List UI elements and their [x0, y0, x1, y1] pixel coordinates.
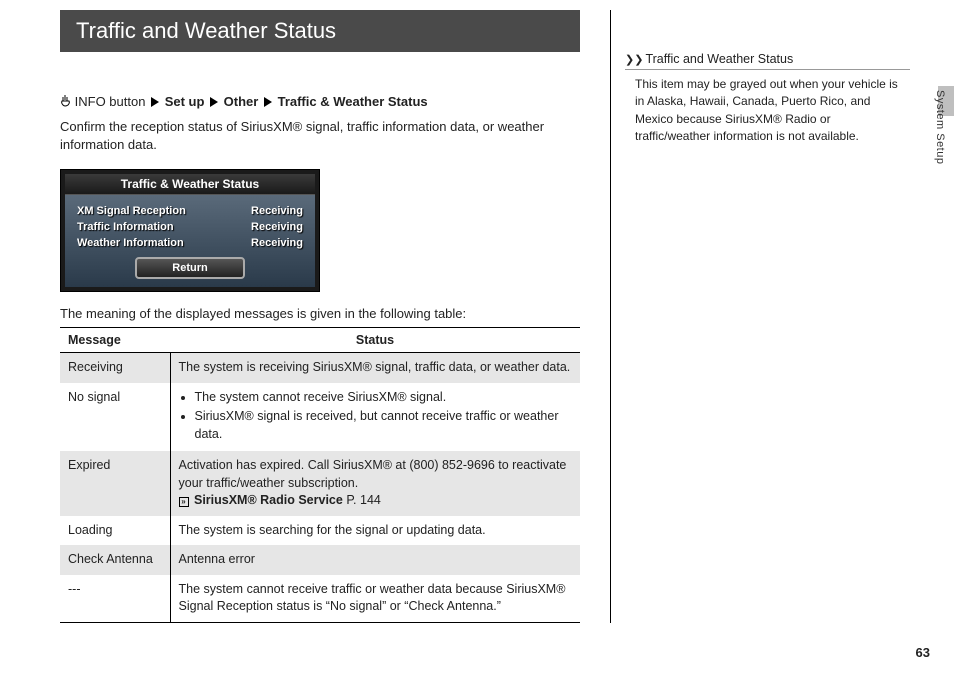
page-title: Traffic and Weather Status — [60, 10, 580, 52]
screenshot-row: XM Signal Reception Receiving — [77, 205, 303, 217]
chevron-right-icon — [151, 97, 159, 107]
breadcrumb-step: Set up — [165, 94, 205, 109]
device-screenshot: Traffic & Weather Status XM Signal Recep… — [60, 169, 320, 292]
chevron-right-icon — [264, 97, 272, 107]
breadcrumb: INFO button Set up Other Traffic & Weath… — [60, 92, 580, 112]
intro-text: Confirm the reception status of SiriusXM… — [60, 118, 580, 156]
cross-reference: SiriusXM® Radio Service — [194, 493, 343, 507]
screenshot-row: Weather Information Receiving — [77, 237, 303, 249]
breadcrumb-step: Traffic & Weather Status — [278, 94, 428, 109]
table-caption: The meaning of the displayed messages is… — [60, 306, 580, 321]
table-row: Expired Activation has expired. Call Sir… — [60, 451, 580, 516]
message-status-table: Message Status Receiving The system is r… — [60, 327, 580, 623]
screenshot-row: Traffic Information Receiving — [77, 221, 303, 233]
table-row: --- The system cannot receive traffic or… — [60, 575, 580, 623]
table-row: Receiving The system is receiving Sirius… — [60, 353, 580, 383]
table-row: Loading The system is searching for the … — [60, 516, 580, 546]
screenshot-return-button: Return — [135, 257, 245, 279]
page-number: 63 — [916, 645, 930, 660]
breadcrumb-prefix: INFO button — [75, 94, 146, 109]
double-chevron-icon: ❯❯ — [625, 53, 643, 66]
col-header-message: Message — [60, 328, 170, 353]
reference-icon: » — [179, 497, 189, 507]
breadcrumb-step: Other — [224, 94, 259, 109]
screenshot-title: Traffic & Weather Status — [65, 174, 315, 195]
table-row: Check Antenna Antenna error — [60, 545, 580, 575]
sidebar-note: This item may be grayed out when your ve… — [625, 70, 910, 146]
chevron-right-icon — [210, 97, 218, 107]
col-header-status: Status — [170, 328, 580, 353]
sidebar-heading: ❯❯Traffic and Weather Status — [625, 52, 910, 70]
table-row: No signal The system cannot receive Siri… — [60, 383, 580, 452]
hand-icon — [60, 94, 71, 108]
section-tab-label: System Setup — [934, 90, 946, 164]
